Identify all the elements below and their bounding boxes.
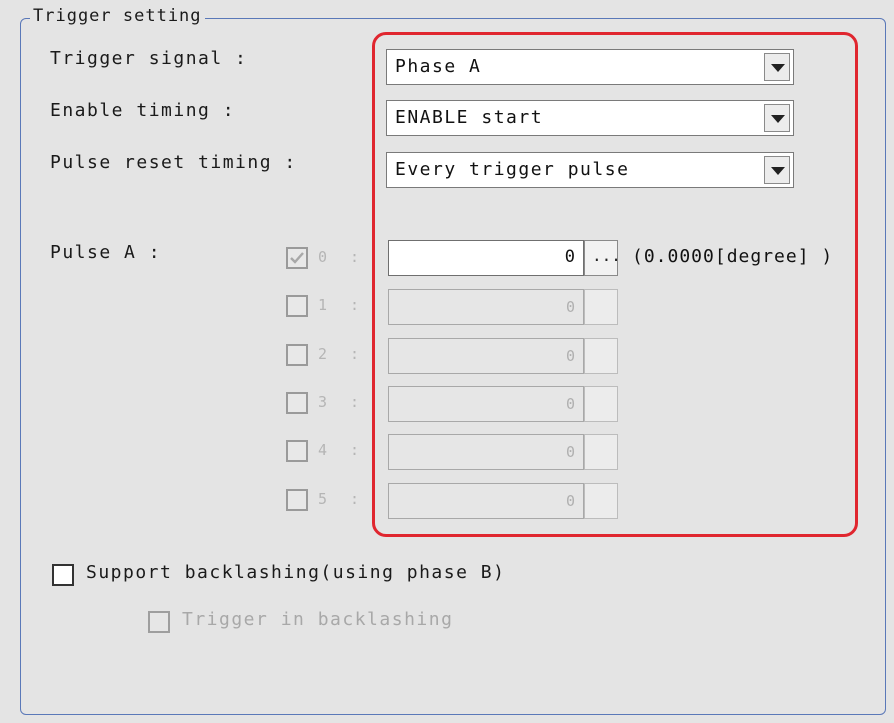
- trigger-signal-label: Trigger signal :: [50, 48, 248, 69]
- trigger-in-backlashing-checkbox[interactable]: [148, 611, 170, 633]
- pulse-value-3: 0: [565, 395, 575, 413]
- ellipsis-icon: ...: [592, 246, 621, 265]
- enable-timing-label: Enable timing :: [50, 100, 236, 121]
- trigger-setting-panel: Trigger setting Trigger signal : Enable …: [0, 0, 894, 723]
- pulse-checkbox-0[interactable]: [286, 247, 308, 269]
- pulse-colon-1: :: [350, 296, 360, 314]
- pulse-browse-button-3[interactable]: [584, 386, 618, 422]
- pulse-index-2: 2: [318, 345, 328, 363]
- pulse-reset-timing-label: Pulse reset timing :: [50, 152, 297, 173]
- pulse-a-label: Pulse A :: [50, 242, 162, 263]
- pulse-checkbox-4[interactable]: [286, 440, 308, 462]
- pulse-input-2[interactable]: 0: [388, 338, 584, 374]
- pulse-reset-timing-value: Every trigger pulse: [395, 159, 630, 180]
- pulse-index-5: 5: [318, 490, 328, 508]
- pulse-colon-4: :: [350, 441, 360, 459]
- pulse-colon-5: :: [350, 490, 360, 508]
- pulse-input-0[interactable]: 0: [388, 240, 584, 276]
- pulse-browse-button-5[interactable]: [584, 483, 618, 519]
- pulse-reset-timing-dropdown[interactable]: Every trigger pulse: [386, 152, 794, 188]
- enable-timing-value: ENABLE start: [395, 107, 544, 128]
- pulse-value-5: 0: [565, 492, 575, 510]
- pulse-browse-button-0[interactable]: ...: [584, 240, 621, 276]
- pulse-checkbox-1[interactable]: [286, 295, 308, 317]
- pulse-colon-3: :: [350, 393, 360, 411]
- pulse-colon-2: :: [350, 345, 360, 363]
- trigger-signal-value: Phase A: [395, 56, 482, 77]
- pulse-index-1: 1: [318, 296, 328, 314]
- checkmark-icon: [290, 252, 304, 264]
- pulse-index-0: 0: [318, 248, 328, 266]
- support-backlashing-checkbox[interactable]: [52, 564, 74, 586]
- pulse-checkbox-2[interactable]: [286, 344, 308, 366]
- pulse-input-4[interactable]: 0: [388, 434, 584, 470]
- group-title: Trigger setting: [30, 6, 205, 26]
- trigger-in-backlashing-label: Trigger in backlashing: [182, 609, 454, 630]
- pulse-input-1[interactable]: 0: [388, 289, 584, 325]
- chevron-down-icon[interactable]: [764, 53, 790, 81]
- pulse-checkbox-5[interactable]: [286, 489, 308, 511]
- pulse-checkbox-3[interactable]: [286, 392, 308, 414]
- pulse-value-2: 0: [565, 347, 575, 365]
- pulse-browse-button-1[interactable]: [584, 289, 618, 325]
- pulse-browse-button-4[interactable]: [584, 434, 618, 470]
- pulse-value-4: 0: [565, 443, 575, 461]
- pulse-index-3: 3: [318, 393, 328, 411]
- pulse-browse-button-2[interactable]: [584, 338, 618, 374]
- support-backlashing-label: Support backlashing(using phase B): [86, 562, 506, 583]
- pulse-value-1: 0: [565, 298, 575, 316]
- chevron-down-icon[interactable]: [764, 104, 790, 132]
- pulse-colon-0: :: [350, 248, 360, 266]
- pulse-input-3[interactable]: 0: [388, 386, 584, 422]
- chevron-down-icon[interactable]: [764, 156, 790, 184]
- enable-timing-dropdown[interactable]: ENABLE start: [386, 100, 794, 136]
- pulse-index-4: 4: [318, 441, 328, 459]
- pulse-value-0: 0: [564, 247, 575, 267]
- pulse-input-5[interactable]: 0: [388, 483, 584, 519]
- trigger-signal-dropdown[interactable]: Phase A: [386, 49, 794, 85]
- pulse-degree-readout: (0.0000[degree] ): [632, 246, 834, 267]
